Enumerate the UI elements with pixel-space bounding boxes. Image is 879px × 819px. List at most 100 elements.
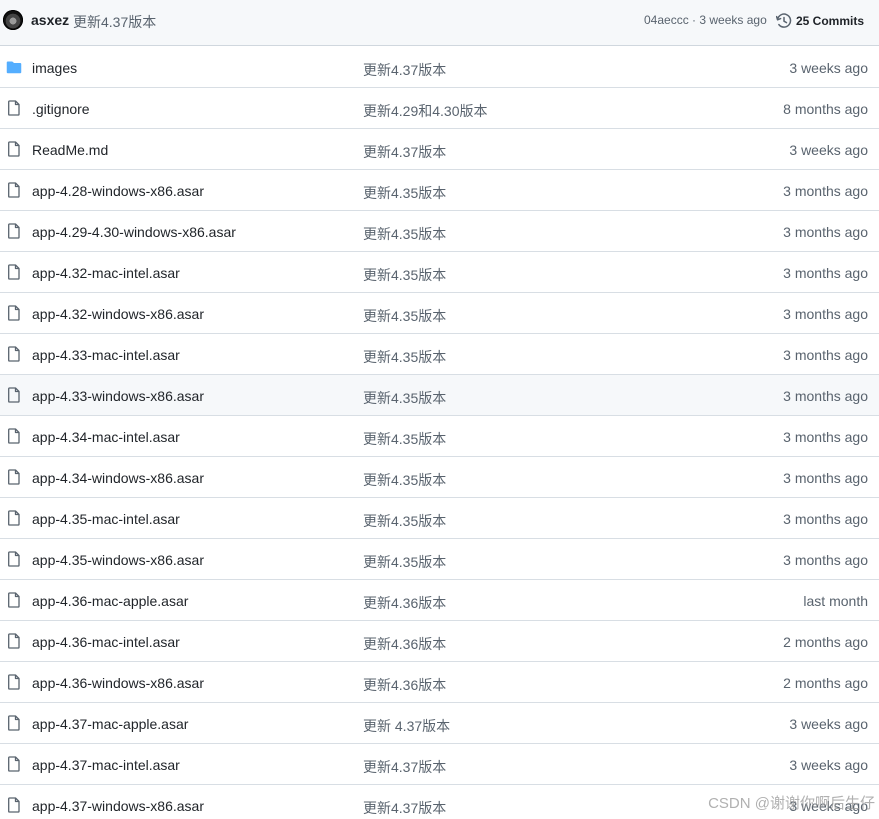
commit-message-link[interactable]: 更新4.35版本 — [363, 429, 446, 449]
commit-message-link[interactable]: 更新4.37版本 — [363, 60, 446, 80]
file-name-link[interactable]: app-4.37-windows-x86.asar — [32, 798, 204, 814]
commit-date: 3 weeks ago — [789, 757, 868, 773]
file-icon — [6, 141, 22, 157]
file-row[interactable]: app-4.32-windows-x86.asar 更新4.35版本 3 month… — [0, 293, 879, 334]
commit-message-link[interactable]: 更新4.37版本 — [363, 798, 446, 818]
file-name-link[interactable]: app-4.36-mac-apple.asar — [32, 593, 188, 609]
file-row[interactable]: .gitignore 更新4.29和4.30版本 8 months ago — [0, 88, 879, 129]
commit-message-link[interactable]: 更新4.35版本 — [363, 183, 446, 203]
commit-message-link[interactable]: 更新4.35版本 — [363, 511, 446, 531]
file-row[interactable]: app-4.34-windows-x86.asar 更新4.35版本 3 month… — [0, 457, 879, 498]
file-icon — [6, 264, 22, 280]
file-icon — [6, 551, 22, 567]
commit-date: 8 months ago — [783, 101, 868, 117]
file-row[interactable]: app-4.37-mac-intel.asar 更新4.37版本 3 weeks a… — [0, 744, 879, 785]
file-icon — [6, 469, 22, 485]
file-name-link[interactable]: app-4.37-mac-intel.asar — [32, 757, 180, 773]
file-name-link[interactable]: app-4.32-windows-x86.asar — [32, 306, 204, 322]
folder-icon — [6, 59, 22, 75]
file-list: images 更新4.37版本 3 weeks ago .gitignore 更新4.2… — [0, 47, 879, 819]
commit-message-link[interactable]: 更新4.35版本 — [363, 470, 446, 490]
file-row[interactable]: app-4.34-mac-intel.asar 更新4.35版本 3 months … — [0, 416, 879, 457]
commit-author[interactable]: asxez — [31, 12, 69, 28]
file-icon — [6, 510, 22, 526]
commit-message-link[interactable]: 更新4.36版本 — [363, 675, 446, 695]
commit-message-link[interactable]: 更新 4.37版本 — [363, 716, 450, 736]
file-name-link[interactable]: app-4.33-mac-intel.asar — [32, 347, 180, 363]
file-name-link[interactable]: app-4.35-mac-intel.asar — [32, 511, 180, 527]
file-row[interactable]: app-4.36-mac-intel.asar 更新4.36版本 2 months … — [0, 621, 879, 662]
commit-date: 3 weeks ago — [789, 716, 868, 732]
commit-date: 3 months ago — [783, 388, 868, 404]
file-name-link[interactable]: app-4.32-mac-intel.asar — [32, 265, 180, 281]
file-name-link[interactable]: app-4.29-4.30-windows-x86.asar — [32, 224, 236, 240]
file-row[interactable]: app-4.32-mac-intel.asar 更新4.35版本 3 months … — [0, 252, 879, 293]
commit-date: 2 months ago — [783, 634, 868, 650]
file-name-link[interactable]: app-4.36-windows-x86.asar — [32, 675, 204, 691]
file-name-link[interactable]: app-4.35-windows-x86.asar — [32, 552, 204, 568]
latest-commit-bar: asxez 更新4.37版本 04aeccc · 3 weeks ago 25 … — [0, 0, 879, 46]
file-name-link[interactable]: app-4.28-windows-x86.asar — [32, 183, 204, 199]
commit-message[interactable]: 更新4.37版本 — [73, 12, 156, 32]
author-avatar[interactable] — [3, 10, 23, 30]
commit-hash-and-time[interactable]: 04aeccc · 3 weeks ago — [644, 13, 767, 27]
commit-message-link[interactable]: 更新4.37版本 — [363, 142, 446, 162]
repo-file-browser: asxez 更新4.37版本 04aeccc · 3 weeks ago 25 … — [0, 0, 879, 819]
file-name-link[interactable]: .gitignore — [32, 101, 90, 117]
commit-date: 3 weeks ago — [789, 798, 868, 814]
file-row[interactable]: app-4.36-mac-apple.asar 更新4.36版本 last mont… — [0, 580, 879, 621]
file-row[interactable]: app-4.35-mac-intel.asar 更新4.35版本 3 months … — [0, 498, 879, 539]
file-name-link[interactable]: ReadMe.md — [32, 142, 108, 158]
commit-date: 3 months ago — [783, 265, 868, 281]
file-row[interactable]: app-4.37-mac-apple.asar 更新 4.37版本 3 weeks … — [0, 703, 879, 744]
file-icon — [6, 223, 22, 239]
file-icon — [6, 100, 22, 116]
file-row[interactable]: app-4.37-windows-x86.asar 更新4.37版本 3 weeks… — [0, 785, 879, 819]
commit-date: 3 months ago — [783, 224, 868, 240]
file-row[interactable]: app-4.29-4.30-windows-x86.asar 更新4.35版本 3 … — [0, 211, 879, 252]
commit-message-link[interactable]: 更新4.35版本 — [363, 552, 446, 572]
file-row[interactable]: app-4.36-windows-x86.asar 更新4.36版本 2 month… — [0, 662, 879, 703]
file-name-link[interactable]: images — [32, 60, 77, 76]
folder-row[interactable]: images 更新4.37版本 3 weeks ago — [0, 47, 879, 88]
commit-message-link[interactable]: 更新4.35版本 — [363, 388, 446, 408]
commit-date: 3 weeks ago — [789, 60, 868, 76]
commit-date: 3 months ago — [783, 347, 868, 363]
commit-date: 2 months ago — [783, 675, 868, 691]
file-icon — [6, 428, 22, 444]
commit-date: 3 weeks ago — [789, 142, 868, 158]
commit-message-link[interactable]: 更新4.35版本 — [363, 224, 446, 244]
commit-date: 3 months ago — [783, 183, 868, 199]
file-icon — [6, 715, 22, 731]
commit-message-link[interactable]: 更新4.36版本 — [363, 634, 446, 654]
commit-message-link[interactable]: 更新4.29和4.30版本 — [363, 101, 488, 121]
file-icon — [6, 182, 22, 198]
commit-date: 3 months ago — [783, 470, 868, 486]
file-name-link[interactable]: app-4.34-mac-intel.asar — [32, 429, 180, 445]
commit-message-link[interactable]: 更新4.36版本 — [363, 593, 446, 613]
file-name-link[interactable]: app-4.33-windows-x86.asar — [32, 388, 204, 404]
file-icon — [6, 797, 22, 813]
file-icon — [6, 592, 22, 608]
file-row[interactable]: app-4.35-windows-x86.asar 更新4.35版本 3 month… — [0, 539, 879, 580]
commit-message-link[interactable]: 更新4.37版本 — [363, 757, 446, 777]
history-icon — [776, 13, 792, 28]
commit-date: 3 months ago — [783, 552, 868, 568]
file-row[interactable]: ReadMe.md 更新4.37版本 3 weeks ago — [0, 129, 879, 170]
commit-message-link[interactable]: 更新4.35版本 — [363, 306, 446, 326]
file-name-link[interactable]: app-4.37-mac-apple.asar — [32, 716, 188, 732]
file-row[interactable]: app-4.33-windows-x86.asar 更新4.35版本 3 month… — [0, 375, 879, 416]
file-name-link[interactable]: app-4.36-mac-intel.asar — [32, 634, 180, 650]
file-row[interactable]: app-4.33-mac-intel.asar 更新4.35版本 3 months … — [0, 334, 879, 375]
file-icon — [6, 633, 22, 649]
commit-message-link[interactable]: 更新4.35版本 — [363, 347, 446, 367]
commits-count-label: 25 Commits — [796, 14, 865, 28]
commit-date: 3 months ago — [783, 511, 868, 527]
file-row[interactable]: app-4.28-windows-x86.asar 更新4.35版本 3 month… — [0, 170, 879, 211]
file-icon — [6, 674, 22, 690]
commit-message-link[interactable]: 更新4.35版本 — [363, 265, 446, 285]
file-name-link[interactable]: app-4.34-windows-x86.asar — [32, 470, 204, 486]
file-icon — [6, 387, 22, 403]
commits-history-link[interactable]: 25 Commits — [776, 11, 864, 31]
commit-date: 3 months ago — [783, 306, 868, 322]
